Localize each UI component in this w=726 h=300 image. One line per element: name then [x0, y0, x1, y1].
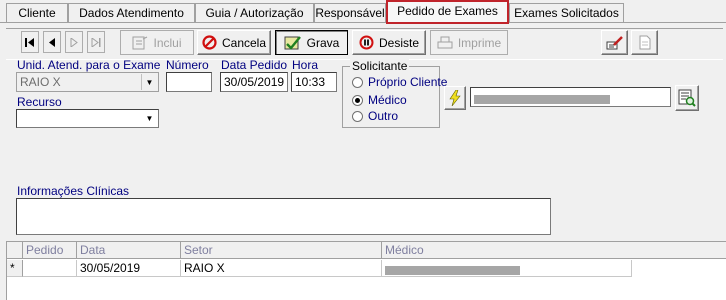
data-pedido-label: Data Pedido	[221, 58, 288, 72]
incluir-button[interactable]: Inclui	[120, 30, 194, 55]
nav-next-button[interactable]	[65, 31, 83, 53]
chevron-down-icon: ▼	[141, 74, 157, 90]
numero-field[interactable]	[166, 72, 212, 92]
cell-medico[interactable]	[382, 260, 632, 277]
grid-header-medico[interactable]: Médico	[382, 242, 726, 259]
recurso-label: Recurso	[17, 95, 62, 109]
lightning-icon	[449, 90, 461, 106]
grid-header-setor[interactable]: Setor	[181, 242, 382, 259]
cancela-label: Cancela	[221, 35, 267, 50]
desiste-button[interactable]: Desiste	[352, 30, 426, 55]
row-marker: *	[7, 260, 23, 277]
pedidos-grid: Pedido Data Setor Médico * 30/05/2019 RA…	[6, 241, 726, 300]
edit-pencil-icon	[606, 36, 623, 50]
grid-header-data[interactable]: Data	[77, 242, 181, 259]
grava-button[interactable]: Grava	[275, 30, 348, 55]
lookup-button[interactable]	[444, 86, 466, 110]
radio-circle	[352, 76, 363, 88]
cell-pedido[interactable]	[23, 260, 77, 277]
tab-exames-solicitados[interactable]: Exames Solicitados	[509, 3, 624, 22]
grava-label: Grava	[306, 35, 340, 50]
incluir-label: Inclui	[153, 35, 182, 50]
cell-data[interactable]: 30/05/2019	[77, 260, 181, 277]
radio-outro[interactable]: Outro	[352, 109, 398, 123]
save-icon	[284, 35, 301, 50]
data-pedido-field[interactable]: 30/05/2019	[220, 72, 288, 92]
quit-icon	[359, 35, 374, 50]
document-icon	[639, 35, 650, 50]
tab-divider	[0, 22, 726, 23]
radio-circle	[352, 110, 363, 122]
radio-proprio-cliente[interactable]: Próprio Cliente	[352, 75, 447, 89]
edit-text-button[interactable]	[601, 30, 628, 55]
prev-record-icon	[49, 37, 55, 47]
radio-circle	[352, 94, 363, 106]
hora-label: Hora	[292, 58, 319, 72]
search-doctor-button[interactable]	[675, 85, 699, 111]
info-clinicas-textarea[interactable]	[16, 198, 551, 235]
tab-pedido-de-exames[interactable]: Pedido de Exames	[386, 0, 509, 24]
redacted-name	[474, 95, 610, 104]
unid-value: RAIO X	[20, 75, 61, 89]
unid-select[interactable]: RAIO X ▼	[16, 72, 159, 92]
grid-header-pedido[interactable]: Pedido	[23, 242, 77, 259]
document-button[interactable]	[631, 30, 658, 55]
info-clinicas-label: Informações Clínicas	[17, 184, 130, 198]
radio-label: Próprio Cliente	[368, 75, 448, 89]
nav-prev-button[interactable]	[43, 31, 61, 53]
tab-guia-autorizacao[interactable]: Guia / Autorização	[195, 3, 314, 22]
tab-dados-atendimento[interactable]: Dados Atendimento	[68, 3, 195, 22]
imprime-label: Imprime	[457, 35, 502, 50]
numero-label: Número	[166, 58, 209, 72]
cancela-button[interactable]: Cancela	[197, 30, 271, 55]
search-record-icon	[678, 89, 696, 107]
hora-field[interactable]: 10:33	[291, 72, 337, 92]
recurso-select[interactable]: ▼	[16, 109, 159, 128]
cell-setor[interactable]: RAIO X	[181, 260, 382, 277]
nav-first-button[interactable]	[21, 31, 39, 53]
tab-responsavel[interactable]: Responsável	[314, 3, 386, 22]
grid-corner	[7, 242, 23, 259]
tab-strip: Cliente Dados Atendimento Guia / Autoriz…	[0, 0, 726, 24]
radio-label: Outro	[368, 109, 399, 123]
chevron-down-icon: ▼	[142, 111, 157, 126]
radio-medico[interactable]: Médico	[352, 93, 407, 107]
nav-last-button[interactable]	[87, 31, 105, 53]
imprime-button[interactable]: Imprime	[430, 30, 508, 55]
desiste-label: Desiste	[378, 35, 419, 50]
unid-label: Unid. Atend. para o Exame	[17, 58, 161, 72]
first-record-icon	[25, 37, 34, 47]
tab-cliente[interactable]: Cliente	[6, 3, 68, 22]
next-record-icon	[70, 37, 78, 47]
print-icon	[437, 36, 453, 48]
last-record-icon	[91, 37, 101, 47]
radio-label: Médico	[368, 93, 407, 107]
cancel-icon	[202, 35, 217, 50]
solicitante-name-field[interactable]	[470, 87, 671, 107]
add-record-icon	[132, 36, 148, 49]
redacted-medico	[385, 266, 520, 275]
solicitante-legend: Solicitante	[350, 59, 410, 73]
